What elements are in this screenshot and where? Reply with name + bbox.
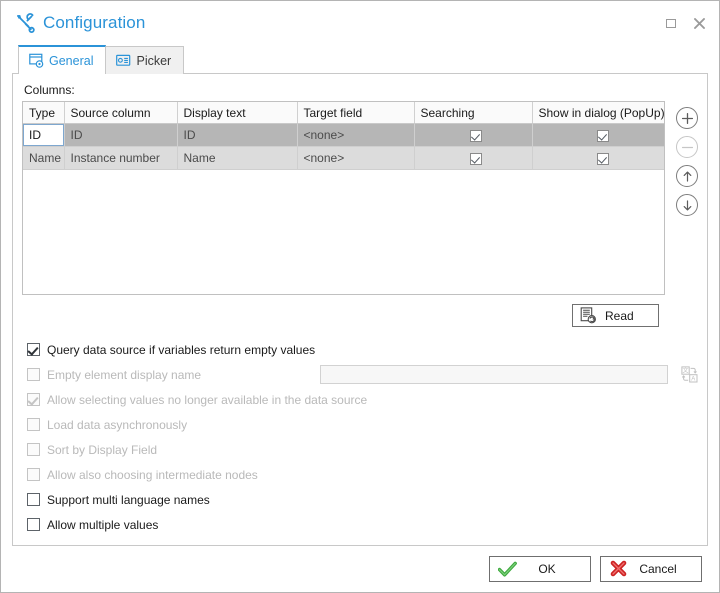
col-header-searching[interactable]: Searching [414, 102, 533, 124]
ok-button-label: OK [538, 562, 556, 576]
option-sort-by-display-field[interactable]: Sort by Display Field [27, 437, 698, 462]
allow-selecting-unavailable-values-checkbox[interactable] [27, 393, 40, 406]
option-allow-multiple-values[interactable]: Allow multiple values [27, 512, 698, 537]
option-label: Allow also choosing intermediate nodes [47, 467, 258, 482]
dialog-footer: OK Cancel [1, 546, 719, 592]
close-icon[interactable] [687, 13, 711, 33]
red-x-icon [607, 558, 629, 580]
cell-show-in-dialog[interactable] [532, 146, 664, 170]
svg-text:文: 文 [682, 367, 688, 375]
load-data-asynchronously-checkbox[interactable] [27, 418, 40, 431]
cell-display-text[interactable]: Name [177, 146, 298, 170]
cell-source-column[interactable]: Instance number [64, 146, 178, 170]
read-button[interactable]: Read [572, 304, 659, 327]
cell-searching[interactable] [414, 123, 533, 147]
show-in-dialog-checkbox[interactable] [596, 129, 609, 142]
col-header-source-column[interactable]: Source column [64, 102, 178, 124]
arrow-down-circle-icon[interactable] [676, 194, 698, 216]
columns-label: Columns: [24, 83, 75, 97]
option-label: Query data source if variables return em… [47, 342, 316, 357]
query-data-source-checkbox[interactable] [27, 343, 40, 356]
option-label: Empty element display name [47, 367, 202, 382]
table-row[interactable]: Name Instance number Name <none> [23, 146, 664, 170]
columns-table: Type Source column Display text Target f… [23, 102, 664, 170]
cancel-button-label: Cancel [639, 562, 677, 576]
col-header-show-in-dialog[interactable]: Show in dialog (PopUp) [532, 102, 664, 124]
cell-searching[interactable] [414, 146, 533, 170]
option-label: Support multi language names [47, 492, 210, 507]
grid-and-tools: Type Source column Display text Target f… [22, 101, 698, 295]
read-button-label: Read [605, 308, 634, 323]
tools-icon [17, 13, 35, 33]
cell-display-text[interactable]: ID [177, 123, 298, 147]
window-controls [659, 13, 711, 33]
support-multi-language-names-checkbox[interactable] [27, 493, 40, 506]
option-load-data-asynchronously[interactable]: Load data asynchronously [27, 412, 698, 437]
option-label: Allow multiple values [47, 517, 159, 532]
col-header-type[interactable]: Type [23, 102, 65, 124]
tab-general-label: General [49, 53, 94, 68]
columns-grid[interactable]: Type Source column Display text Target f… [22, 101, 665, 295]
tab-strip: General Picker [18, 45, 708, 74]
tab-general[interactable]: General [18, 45, 107, 74]
read-button-row: Read [22, 304, 698, 327]
col-header-target-field[interactable]: Target field [297, 102, 415, 124]
col-header-display-text[interactable]: Display text [177, 102, 298, 124]
searching-checkbox[interactable] [470, 152, 482, 165]
empty-element-display-name-input[interactable] [320, 365, 668, 384]
arrow-up-circle-icon[interactable] [676, 165, 698, 187]
configuration-dialog: Configuration General Picker Columns: Ty… [0, 0, 720, 593]
table-row[interactable]: ID ID ID <none> [23, 123, 664, 147]
ok-button[interactable]: OK [489, 556, 591, 582]
option-allow-selecting-unavailable-values[interactable]: Allow selecting values no longer availab… [27, 387, 698, 412]
cell-type[interactable]: ID [23, 123, 65, 147]
option-empty-element-display-name[interactable]: Empty element display name [27, 368, 201, 382]
tab-picker-label: Picker [136, 53, 172, 68]
searching-checkbox[interactable] [470, 129, 482, 142]
cell-type[interactable]: Name [23, 146, 65, 170]
cell-target-field[interactable]: <none> [297, 146, 415, 170]
option-allow-intermediate-nodes[interactable]: Allow also choosing intermediate nodes [27, 462, 698, 487]
cell-source-column[interactable]: ID [64, 123, 178, 147]
option-label: Sort by Display Field [47, 442, 158, 457]
grid-tool-buttons [676, 101, 698, 216]
option-query-data-source[interactable]: Query data source if variables return em… [27, 337, 698, 362]
window-gear-icon [29, 53, 44, 68]
plus-circle-icon[interactable] [676, 107, 698, 129]
translate-icon[interactable]: 文 A [681, 366, 698, 384]
read-data-icon [580, 307, 596, 324]
title-bar: Configuration [1, 1, 719, 45]
table-header-row: Type Source column Display text Target f… [23, 102, 664, 124]
option-label: Allow selecting values no longer availab… [47, 392, 368, 407]
empty-element-display-name-checkbox[interactable] [27, 368, 40, 381]
show-in-dialog-checkbox[interactable] [596, 152, 609, 165]
sort-by-display-field-checkbox[interactable] [27, 443, 40, 456]
allow-intermediate-nodes-checkbox[interactable] [27, 468, 40, 481]
option-label: Load data asynchronously [47, 417, 188, 432]
cell-target-field[interactable]: <none> [297, 123, 415, 147]
option-empty-element-display-name-row: Empty element display name 文 A [27, 362, 698, 387]
maximize-icon[interactable] [659, 13, 683, 33]
page-title: Configuration [43, 13, 146, 32]
general-tab-panel: Columns: Type Source column Display text… [12, 73, 708, 546]
cancel-button[interactable]: Cancel [600, 556, 702, 582]
card-list-icon [116, 54, 131, 66]
allow-multiple-values-checkbox[interactable] [27, 518, 40, 531]
option-support-multi-language-names[interactable]: Support multi language names [27, 487, 698, 512]
green-check-icon [496, 558, 518, 580]
cell-show-in-dialog[interactable] [532, 123, 664, 147]
tab-picker[interactable]: Picker [105, 46, 185, 74]
minus-circle-icon[interactable] [676, 136, 698, 158]
dialog-content: General Picker Columns: Type Source colu… [1, 45, 719, 546]
svg-text:A: A [691, 376, 695, 382]
options-list: Query data source if variables return em… [22, 337, 698, 537]
